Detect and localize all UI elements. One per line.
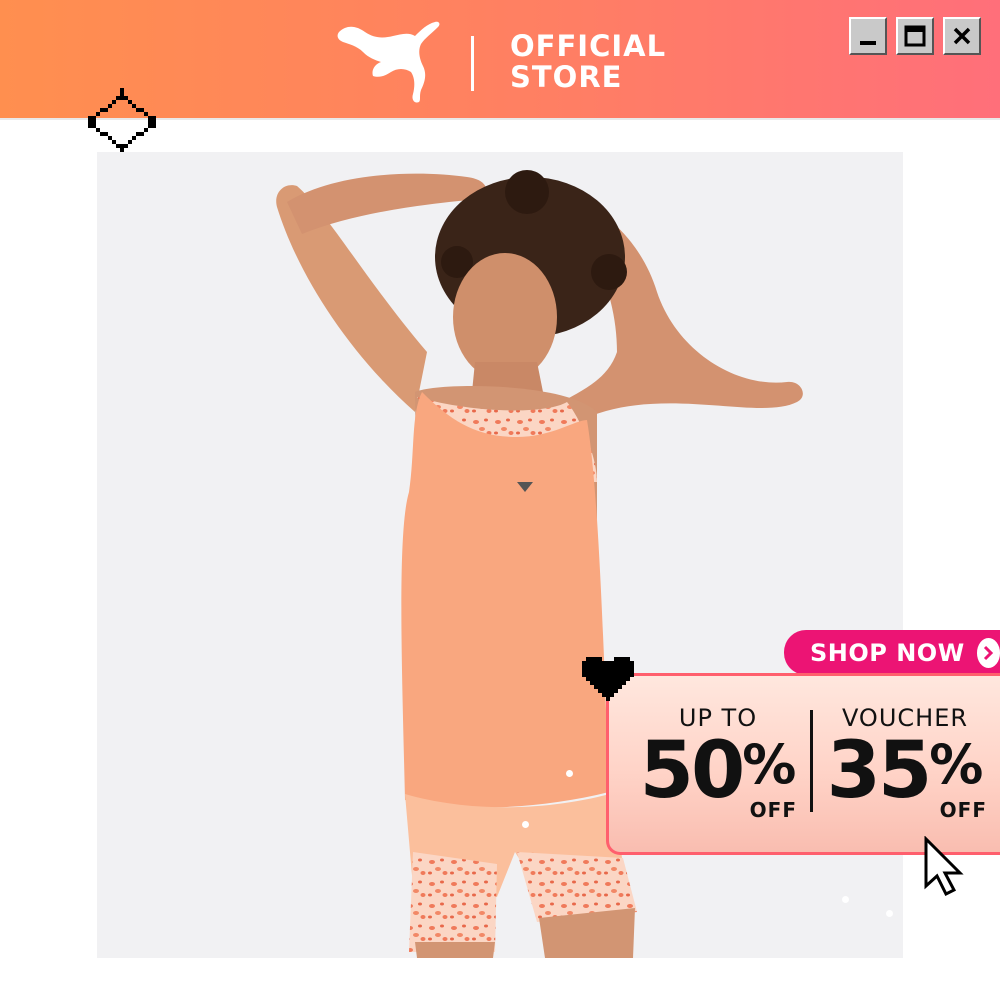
close-icon (953, 27, 971, 45)
minimize-button[interactable] (849, 17, 887, 55)
decor-dot (566, 770, 573, 777)
pixel-cursor-icon (924, 836, 964, 897)
maximize-button[interactable] (896, 17, 934, 55)
discount-value: 50% OFF (639, 732, 797, 822)
store-line-1: OFFICIAL (510, 29, 667, 63)
close-button[interactable] (943, 17, 981, 55)
decor-dot (522, 821, 529, 828)
official-store-label: OFFICIAL STORE (510, 31, 666, 93)
shop-now-button[interactable]: SHOP NOW (784, 630, 1000, 675)
decor-dot (842, 896, 849, 903)
voucher-off-label: OFF (939, 798, 987, 822)
arrow-right-icon (976, 637, 1000, 668)
discount-number: 50 (639, 726, 746, 816)
decor-dot (886, 910, 893, 917)
shop-now-label: SHOP NOW (810, 638, 965, 667)
promo-divider (810, 710, 813, 812)
voucher-number: 35 (826, 726, 933, 816)
discount-percent: % (742, 733, 797, 796)
discount-off-label: OFF (749, 798, 797, 822)
voucher-value: 35% OFF (823, 732, 987, 822)
header-divider (471, 36, 474, 91)
pixel-heart-icon (582, 657, 634, 701)
maximize-icon (904, 25, 926, 47)
sparkle-icon (88, 88, 156, 156)
store-line-2: STORE (510, 60, 623, 94)
voucher-block: VOUCHER 35% OFF (823, 704, 987, 822)
puma-logo-icon[interactable] (335, 20, 441, 104)
minimize-icon (860, 41, 876, 45)
voucher-percent: % (929, 733, 984, 796)
discount-block: UP TO 50% OFF (639, 704, 797, 822)
promo-panel[interactable]: UP TO 50% OFF VOUCHER 35% OFF (606, 673, 1000, 855)
